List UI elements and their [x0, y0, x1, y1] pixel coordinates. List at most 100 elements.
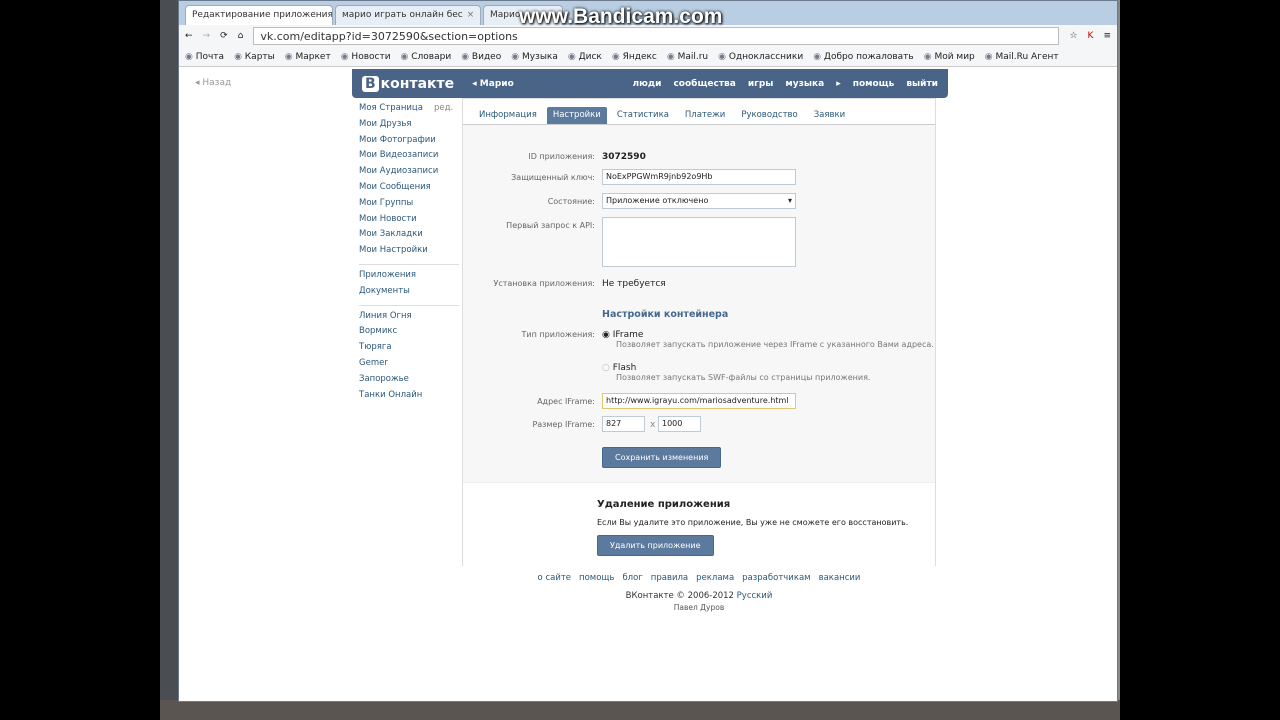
delete-button[interactable]: Удалить приложение	[597, 535, 714, 556]
sidebar-item[interactable]: Линия Огня	[359, 311, 459, 327]
tab-5[interactable]: Заявки	[808, 107, 851, 124]
nav-item[interactable]: музыка	[785, 79, 824, 89]
top-nav: люди сообщества игры музыка ▸ помощь выйти	[633, 79, 938, 89]
sidebar-item[interactable]: Мои Аудиозаписи	[359, 166, 459, 182]
tab-title: Редактирование приложения	[192, 10, 333, 20]
logo-letter: В	[362, 75, 379, 92]
sidebar-item[interactable]: Мои Новости	[359, 214, 459, 230]
state-value: Приложение отключено	[606, 196, 709, 205]
bookmark-item[interactable]: Словари	[401, 52, 451, 62]
edit-link[interactable]: ред.	[434, 103, 453, 113]
sidebar-item[interactable]: Документы	[359, 286, 459, 302]
bookmark-item[interactable]: Одноклассники	[718, 52, 803, 62]
divider	[359, 263, 459, 265]
sidebar-item[interactable]: Мои Друзья	[359, 119, 459, 135]
iframe-address-input[interactable]: http://www.igrayu.com/mariosadventure.ht…	[602, 393, 796, 409]
sidebar-item[interactable]: Тюряга	[359, 342, 459, 358]
footer-link[interactable]: о сайте	[538, 573, 572, 583]
menu-icon[interactable]: ≡	[1103, 31, 1111, 41]
iframe-height-input[interactable]: 1000	[658, 416, 701, 432]
save-button[interactable]: Сохранить изменения	[602, 447, 722, 468]
flash-desc: Позволяет запускать SWF-файлы со страниц…	[616, 373, 871, 382]
sidebar-item[interactable]: Мои Группы	[359, 198, 459, 214]
forward-icon[interactable]: →	[203, 31, 211, 41]
footer-link[interactable]: правила	[651, 573, 688, 583]
iframe-desc: Позволяет запускать приложение через IFr…	[616, 340, 934, 349]
sidebar-item[interactable]: Приложения	[359, 270, 459, 286]
bookmark-item[interactable]: Почта	[185, 52, 224, 62]
footer: о сайте помощь блог правила реклама разработч…	[462, 573, 936, 612]
nav-item[interactable]: игры	[748, 79, 774, 89]
nav-item[interactable]: выйти	[906, 79, 938, 89]
browser-tab[interactable]: Редактирование приложения×	[185, 5, 333, 25]
tab-4[interactable]: Руководство	[735, 107, 803, 124]
nav-item[interactable]: люди	[633, 79, 662, 89]
nav-item[interactable]: помощь	[853, 79, 895, 89]
desktop-right	[1118, 0, 1120, 720]
size-label: Размер IFrame:	[532, 420, 595, 429]
tab-title: марио играть онлайн бес	[342, 10, 463, 20]
author-link[interactable]: Павел Дуров	[462, 603, 936, 612]
close-icon[interactable]: ×	[467, 10, 475, 20]
sidebar-item[interactable]: Запорожье	[359, 374, 459, 390]
main-panel: Информация Настройки Статистика Платежи Руко…	[462, 98, 936, 566]
vk-logo[interactable]: Вконтакте	[362, 75, 455, 92]
home-icon[interactable]: ⌂	[238, 31, 244, 41]
bookmark-item[interactable]: Mail.Ru Агент	[985, 52, 1059, 62]
bookmark-item[interactable]: Добро пожаловать	[813, 52, 914, 62]
sidebar-item[interactable]: Мои Видеозаписи	[359, 150, 459, 166]
footer-link[interactable]: помощь	[579, 573, 614, 583]
install-label: Установка приложения:	[493, 279, 595, 288]
sidebar-item[interactable]: Танки Онлайн	[359, 390, 459, 406]
bookmark-item[interactable]: Музыка	[511, 52, 558, 62]
tab-strip: Редактирование приложения× марио играть …	[179, 1, 1117, 28]
browser-tab[interactable]: марио играть онлайн бес ×	[335, 5, 481, 25]
bookmark-item[interactable]: Маркет	[285, 52, 330, 62]
state-select[interactable]: Приложение отключено ▾	[602, 193, 796, 209]
secret-key-input[interactable]: NoExPPGWmR9jnb92o9Hb	[602, 169, 796, 185]
nav-item[interactable]: ▸	[836, 79, 841, 89]
star-icon[interactable]: ☆	[1069, 31, 1077, 41]
language-link[interactable]: Русский	[737, 591, 773, 601]
bookmark-item[interactable]: Мой мир	[924, 52, 974, 62]
user-link[interactable]: ◂ Марио	[472, 79, 514, 89]
back-link[interactable]: ◂ Назад	[195, 78, 231, 88]
bookmark-item[interactable]: Видео	[461, 52, 501, 62]
radio-flash[interactable]: ○ Flash Позволяет запускать SWF-файлы со …	[602, 363, 870, 382]
sidebar-item[interactable]: Мои Настройки	[359, 245, 459, 261]
footer-link[interactable]: разработчикам	[742, 573, 810, 583]
api-label: Первый запрос к API:	[506, 221, 595, 230]
sidebar-item[interactable]: Мои Закладки	[359, 229, 459, 245]
tab-0[interactable]: Информация	[473, 107, 543, 124]
copyright: ВКонтакте © 2006-2012	[625, 591, 734, 601]
sidebar-item[interactable]: Вормикс	[359, 326, 459, 342]
iframe-width-input[interactable]: 827	[602, 416, 645, 432]
radio-iframe[interactable]: ◉ IFrame Позволяет запускать приложение ч…	[602, 330, 934, 349]
bookmark-item[interactable]: Mail.ru	[667, 52, 709, 62]
app-tabs: Информация Настройки Статистика Платежи Руко…	[463, 99, 935, 125]
bookmark-item[interactable]: Диск	[568, 52, 602, 62]
logo-text: контакте	[380, 75, 455, 92]
extension-icon[interactable]: K	[1088, 31, 1094, 41]
api-textarea[interactable]	[602, 217, 796, 267]
id-label: ID приложения:	[528, 152, 595, 161]
address-bar[interactable]: vk.com/editapp?id=3072590&section=option…	[253, 27, 1060, 45]
tab-1[interactable]: Настройки	[546, 107, 607, 124]
sidebar-item[interactable]: Мои Фотографии	[359, 135, 459, 151]
bookmark-item[interactable]: Новости	[341, 52, 390, 62]
bookmark-item[interactable]: Яндекс	[612, 52, 657, 62]
nav-item[interactable]: сообщества	[673, 79, 735, 89]
back-icon[interactable]: ←	[185, 31, 193, 41]
back-label: Назад	[202, 78, 232, 88]
footer-link[interactable]: вакансии	[819, 573, 861, 583]
radio-checked-icon: ◉	[602, 330, 610, 340]
sidebar-item[interactable]: Мои Сообщения	[359, 182, 459, 198]
footer-link[interactable]: блог	[622, 573, 642, 583]
reload-icon[interactable]: ⟳	[220, 31, 228, 41]
key-label: Защищенный ключ:	[511, 173, 595, 182]
sidebar-item[interactable]: Gemer	[359, 358, 459, 374]
tab-2[interactable]: Статистика	[611, 107, 675, 124]
tab-3[interactable]: Платежи	[679, 107, 731, 124]
footer-link[interactable]: реклама	[696, 573, 734, 583]
bookmark-item[interactable]: Карты	[234, 52, 275, 62]
